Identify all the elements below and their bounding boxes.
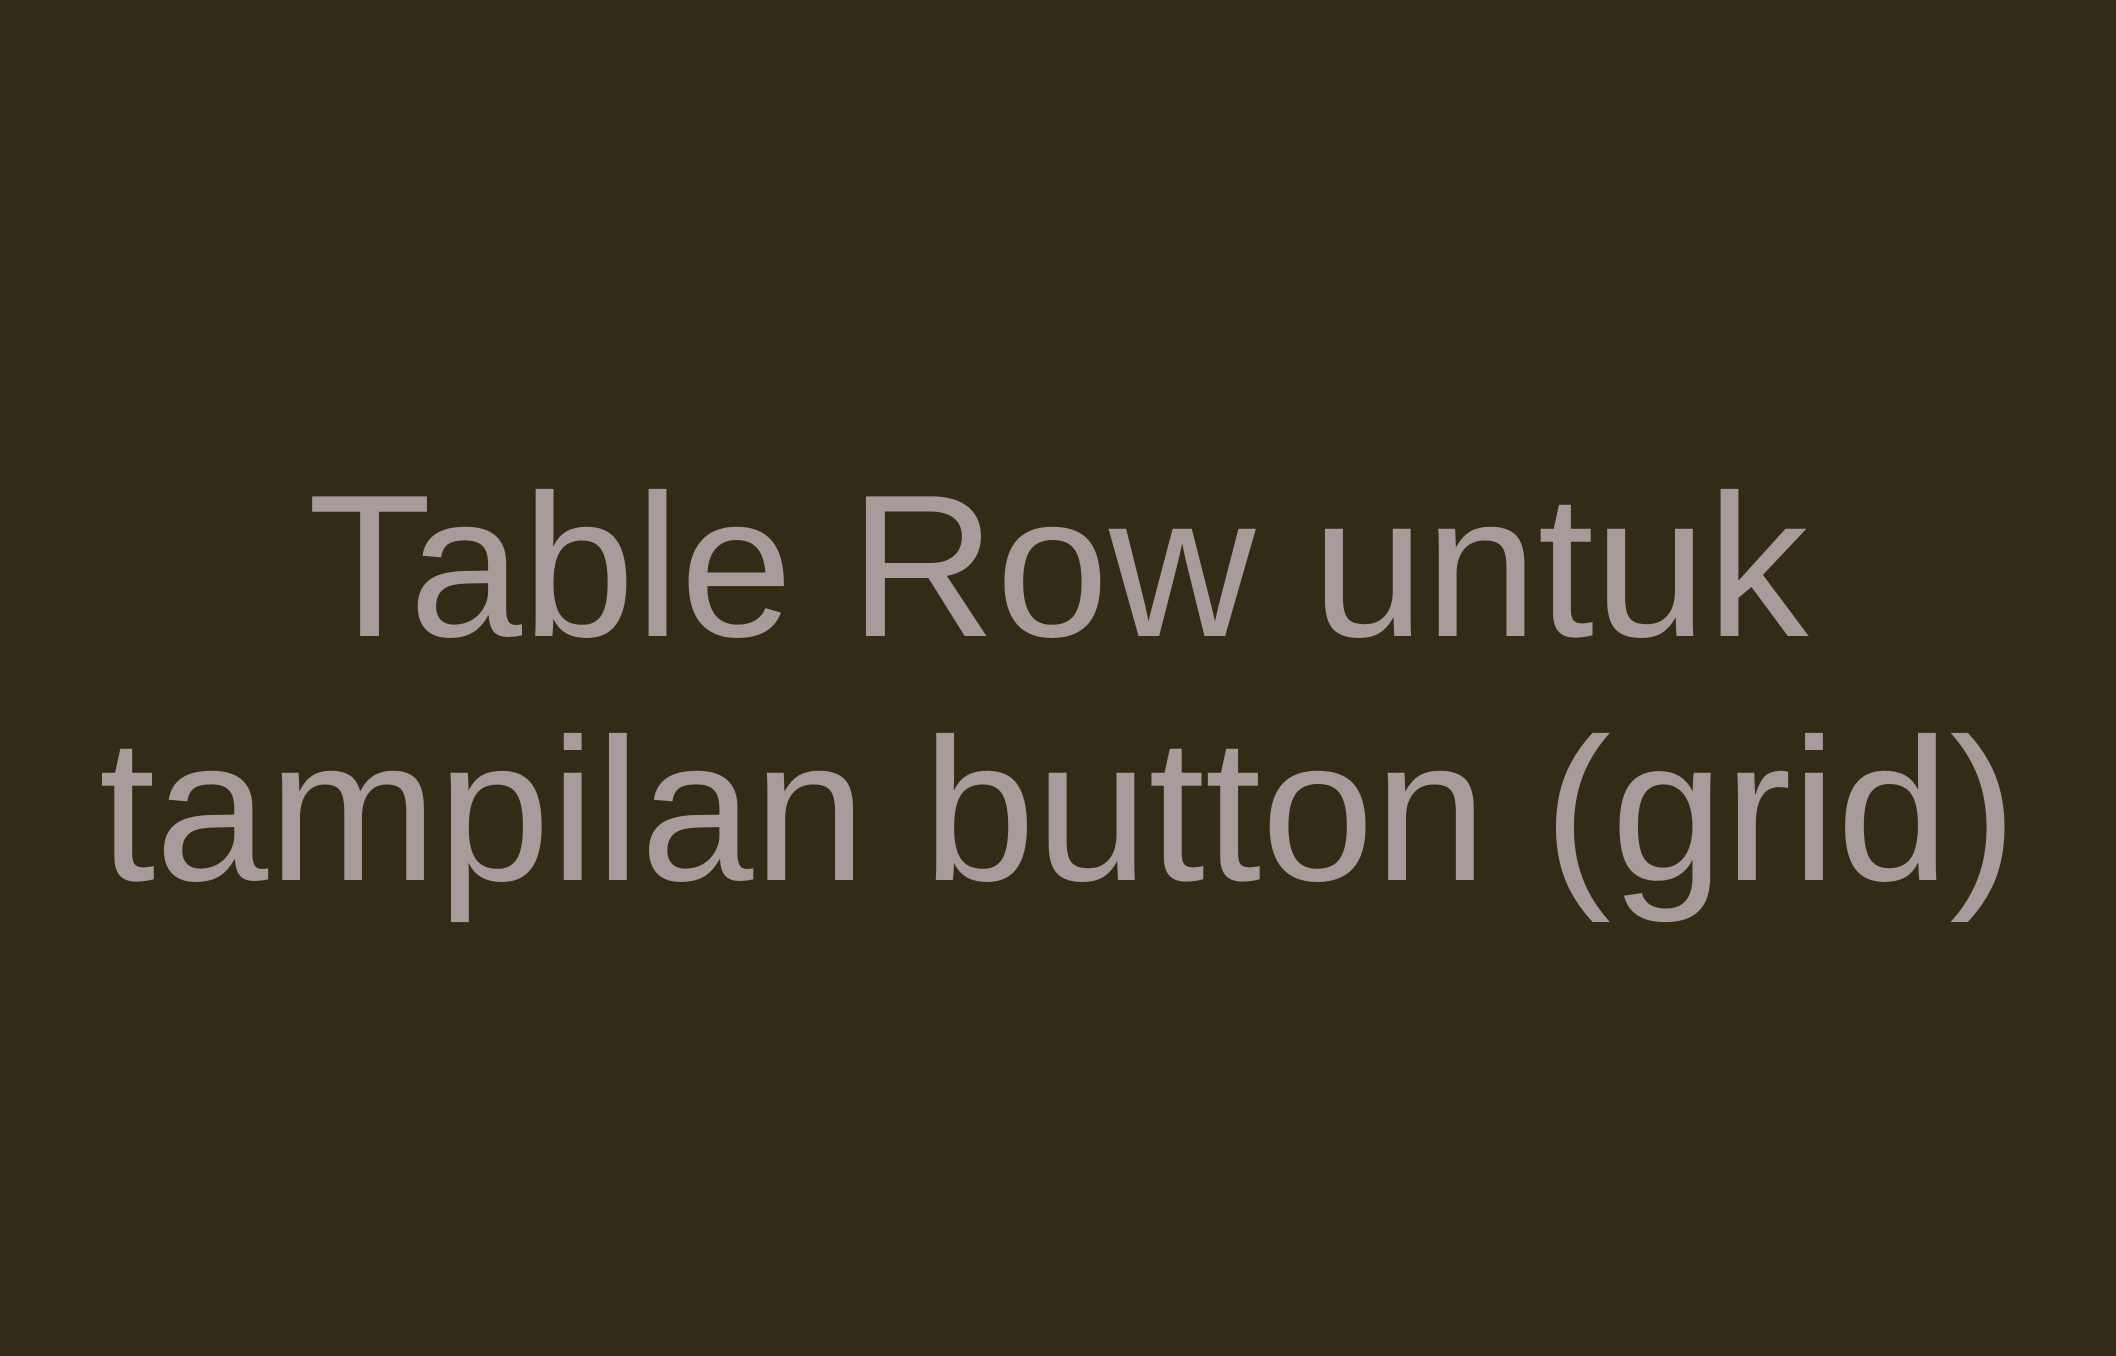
title-line-1: Table Row untuk <box>307 453 1809 680</box>
title-card: Table Row untuk tampilan button (grid) <box>0 0 2116 1356</box>
title-text: Table Row untuk tampilan button (grid) <box>0 445 2116 933</box>
title-line-2: tampilan button (grid) <box>98 697 2018 924</box>
